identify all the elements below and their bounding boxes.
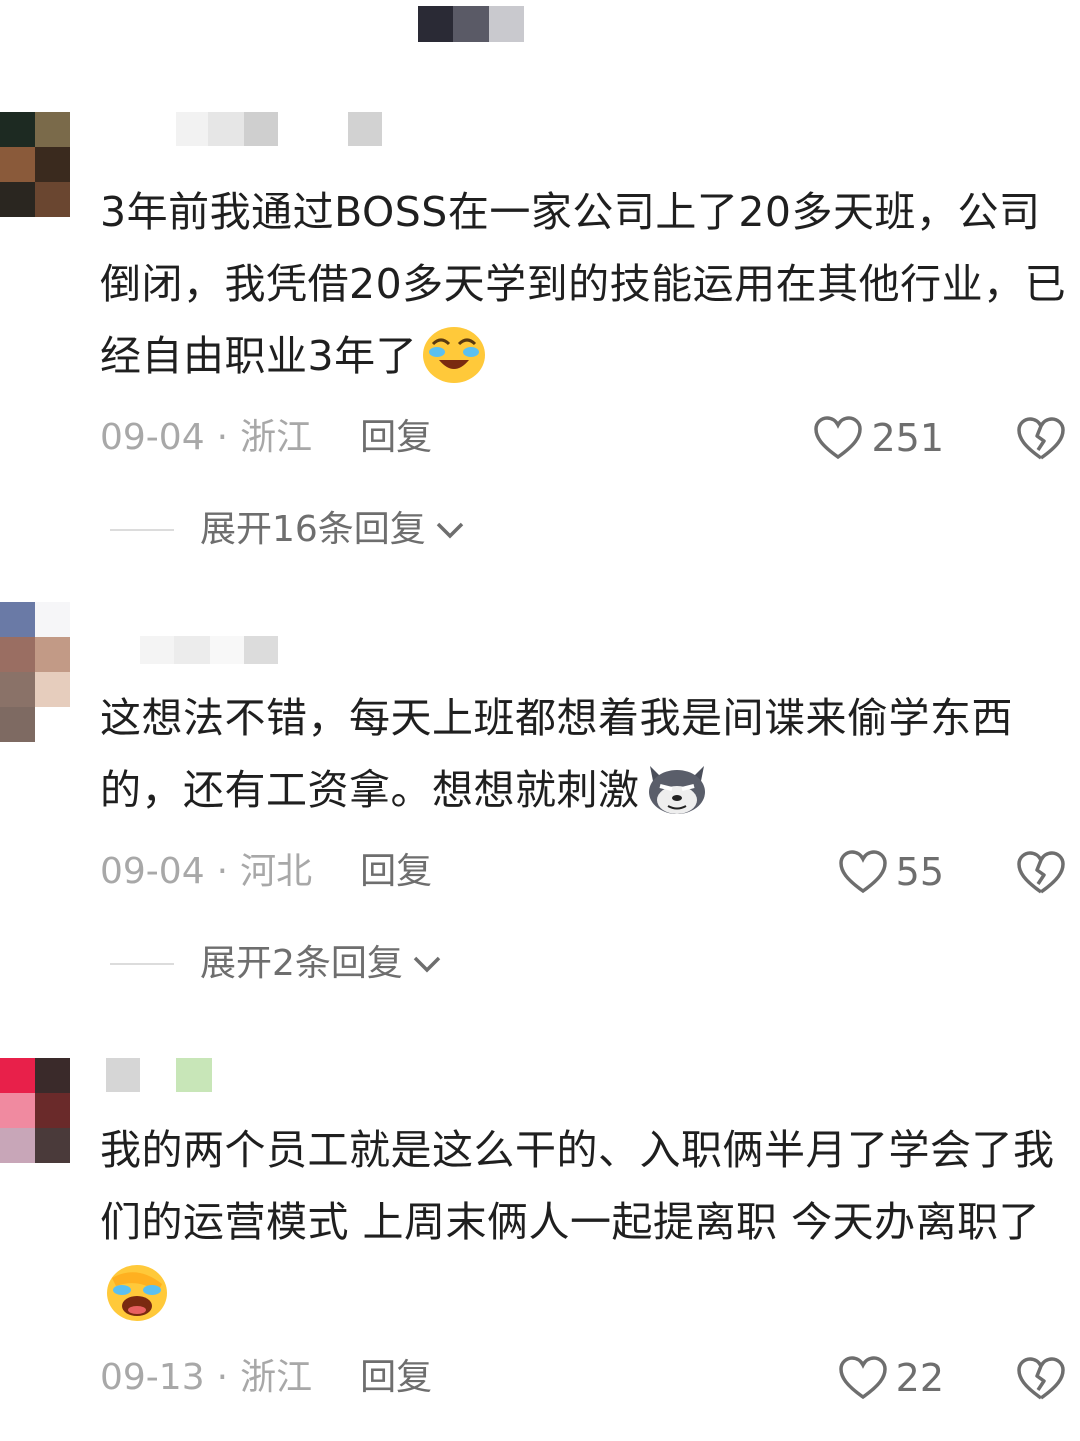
top-blurred-name xyxy=(418,6,524,42)
comment-date: 09-04 xyxy=(100,417,205,458)
divider-line xyxy=(110,529,174,531)
avatar[interactable] xyxy=(0,602,70,742)
blurred-username[interactable] xyxy=(176,112,382,146)
comment-location: 浙江 xyxy=(240,417,313,458)
expand-replies-button[interactable]: 展开16条回复 xyxy=(110,506,466,554)
blurred-username[interactable] xyxy=(140,636,278,664)
comment-location: 河北 xyxy=(240,851,313,892)
comment-meta: 09-04 · 浙江 回复 xyxy=(100,417,433,458)
reply-button[interactable]: 回复 xyxy=(360,417,432,458)
avatar[interactable] xyxy=(0,1058,70,1164)
comment-date: 09-13 xyxy=(100,1357,205,1398)
heart-icon xyxy=(838,1356,887,1400)
broken-heart-icon[interactable] xyxy=(1016,850,1066,896)
laugh-cry-emoji xyxy=(423,327,486,383)
comment-location: 浙江 xyxy=(240,1357,313,1398)
blurred-username[interactable] xyxy=(106,1058,212,1092)
comment-meta: 09-13 · 浙江 回复 xyxy=(100,1357,433,1398)
expand-replies-button[interactable]: 展开2条回复 xyxy=(110,940,443,988)
heart-icon xyxy=(814,416,863,460)
broken-heart-icon[interactable] xyxy=(1016,1356,1066,1402)
heart-icon xyxy=(838,850,887,894)
comment-meta: 09-04 · 河北 回复 xyxy=(100,851,433,892)
like-button[interactable]: 22 xyxy=(838,1354,944,1402)
broken-heart-icon[interactable] xyxy=(1016,416,1066,462)
comment-text: 我的两个员工就是这么干的、入职俩半月了学会了我们的运营模式 上周末俩人一起提离职… xyxy=(100,1114,1075,1330)
divider-line xyxy=(110,963,174,965)
like-count: 55 xyxy=(895,850,944,894)
chevron-down-icon xyxy=(436,522,464,539)
comment-text: 这想法不错，每天上班都想着我是间谍来偷学东西的，还有工资拿。想想就刺激 xyxy=(100,682,1075,826)
reply-button[interactable]: 回复 xyxy=(360,1357,432,1398)
reply-button[interactable]: 回复 xyxy=(360,851,432,892)
avatar[interactable] xyxy=(0,112,70,218)
like-button[interactable]: 251 xyxy=(813,414,944,462)
facepalm-laugh-emoji xyxy=(107,1265,167,1321)
like-count: 251 xyxy=(871,416,944,460)
comment-text: 3年前我通过BOSS在一家公司上了20多天班，公司倒闭，我凭借20多天学到的技能… xyxy=(100,176,1075,392)
like-button[interactable]: 55 xyxy=(838,848,944,896)
comment-date: 09-04 xyxy=(100,851,205,892)
chevron-down-icon xyxy=(413,956,441,973)
sly-dog-emoji xyxy=(648,766,705,814)
like-count: 22 xyxy=(895,1356,944,1400)
